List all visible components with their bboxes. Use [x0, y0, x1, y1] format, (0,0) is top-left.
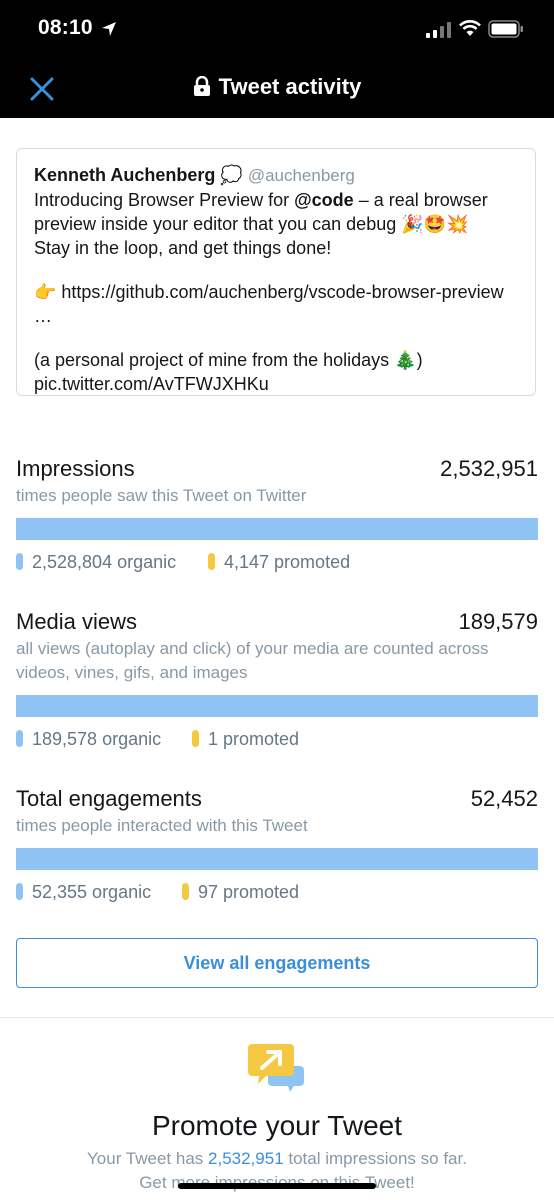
home-indicator[interactable] [178, 1183, 376, 1189]
impressions-organic: 2,528,804 organic [16, 552, 176, 573]
engagements-subtitle: times people interacted with this Tweet [16, 816, 308, 835]
media-views-organic: 189,578 organic [16, 729, 161, 750]
impressions-metric: Impressions 2,532,951 times people saw t… [16, 456, 538, 576]
media-views-label: Media views [16, 609, 138, 634]
lock-icon [193, 76, 210, 96]
engagements-organic-text: 52,355 organic [32, 882, 152, 902]
tweet-mention[interactable]: @code [294, 190, 354, 210]
tweet-link[interactable]: 👉 https://github.com/auchenberg/vscode-b… [34, 280, 518, 328]
tweet-author: Kenneth Auchenberg [34, 165, 216, 185]
tweet-text: Introducing Browser Preview for @code – … [34, 188, 518, 236]
impressions-legend: 2,528,804 organic 4,147 promoted [16, 552, 538, 576]
media-views-promoted: 1 promoted [192, 729, 299, 750]
view-all-engagements-button[interactable]: View all engagements [16, 938, 538, 988]
media-views-metric: Media views 189,579 all views (autoplay … [16, 609, 538, 753]
engagements-metric: Total engagements 52,452 times people in… [16, 786, 538, 906]
engagements-legend: 52,355 organic 97 promoted [16, 882, 538, 906]
page-title-text: Tweet activity [218, 74, 362, 99]
promote-text-prefix: Your Tweet has [87, 1149, 209, 1168]
promote-title: Promote your Tweet [151, 1110, 403, 1141]
tweet-line-3: (a personal project of mine from the hol… [34, 350, 423, 370]
page-title: Tweet activity [0, 74, 554, 100]
impressions-label: Impressions [16, 456, 135, 481]
tweet-card[interactable]: Kenneth Auchenberg 💭 @auchenberg Introdu… [16, 148, 536, 396]
engagements-label: Total engagements [16, 786, 202, 811]
impressions-promoted-text: 4,147 promoted [224, 552, 351, 572]
engagements-bar [16, 848, 538, 870]
tweet-line-2: Stay in the loop, and get things done! [34, 238, 332, 258]
top-bar: 08:10 Tweet activity [0, 0, 554, 118]
engagements-promoted-text: 97 promoted [198, 882, 300, 902]
signal-icon [426, 22, 451, 38]
impressions-bar [16, 518, 538, 540]
engagements-value: 52,452 [470, 786, 538, 811]
promote-icon [248, 1044, 304, 1092]
divider [0, 1017, 554, 1018]
location-arrow-icon [102, 22, 116, 36]
engagements-promoted: 97 promoted [182, 882, 299, 903]
status-time: 08:10 [38, 16, 93, 39]
promote-impressions-link[interactable]: 2,532,951 [208, 1149, 284, 1168]
tweet-text-prefix: Introducing Browser Preview for [34, 190, 295, 210]
wifi-icon [459, 20, 481, 36]
tweet-handle: @auchenberg [247, 166, 355, 185]
tweet-pic-link[interactable]: pic.twitter.com/AvTFWJXHKu [34, 372, 518, 396]
media-views-subtitle: all views (autoplay and click) of your m… [16, 639, 489, 682]
impressions-value: 2,532,951 [440, 456, 538, 481]
media-views-bar [16, 695, 538, 717]
promote-text-suffix: total impressions so far. [283, 1149, 467, 1168]
media-views-promoted-text: 1 promoted [208, 729, 300, 749]
media-views-value: 189,579 [458, 609, 538, 634]
media-views-organic-text: 189,578 organic [32, 729, 162, 749]
impressions-subtitle: times people saw this Tweet on Twitter [16, 486, 307, 505]
media-views-legend: 189,578 organic 1 promoted [16, 729, 538, 753]
engagements-organic: 52,355 organic [16, 882, 151, 903]
battery-icon [488, 20, 523, 38]
impressions-organic-text: 2,528,804 organic [32, 552, 177, 572]
impressions-promoted: 4,147 promoted [208, 552, 350, 573]
author-emoji: 💭 [220, 165, 243, 185]
